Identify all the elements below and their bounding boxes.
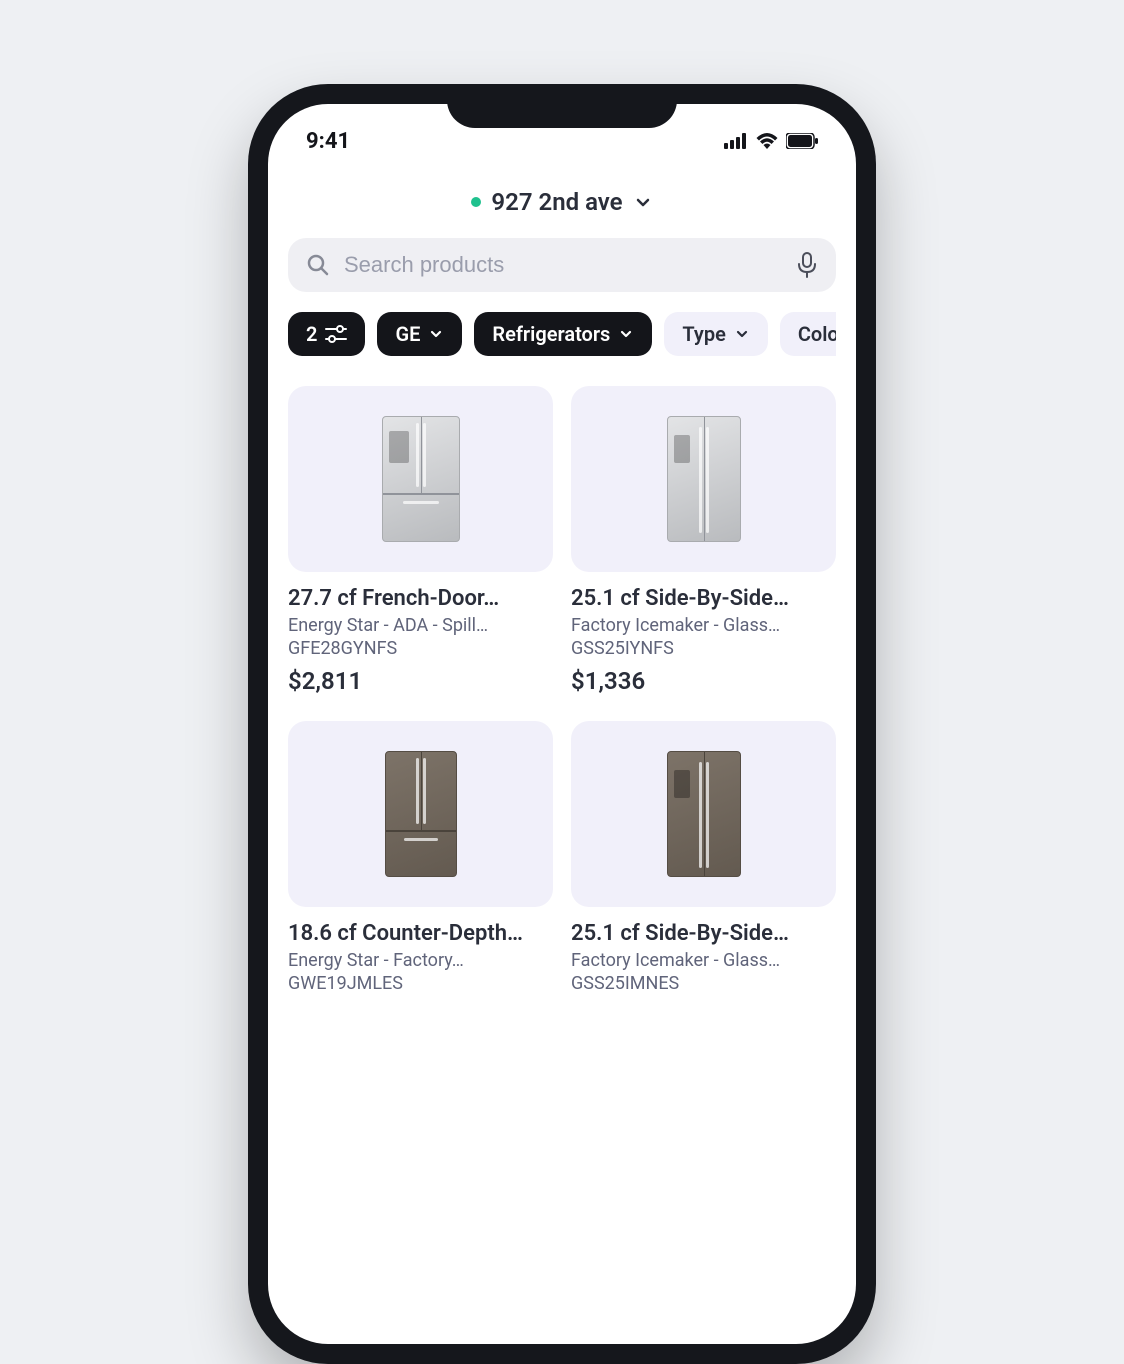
- search-input[interactable]: [344, 252, 782, 278]
- refrigerator-icon: [667, 416, 741, 542]
- refrigerator-icon: [385, 751, 457, 877]
- product-image: [288, 386, 553, 572]
- product-subtitle: Factory Icemaker - Glass…: [571, 615, 836, 636]
- product-price: $2,811: [288, 667, 553, 695]
- chip-label: Type: [682, 322, 725, 346]
- cellular-signal-icon: [724, 133, 748, 149]
- filter-chip-refrigerators[interactable]: Refrigerators: [474, 312, 652, 356]
- location-selector[interactable]: 927 2nd ave: [288, 188, 836, 216]
- phone-frame: 9:41 927 2nd ave 2: [248, 84, 876, 1364]
- product-image: [571, 386, 836, 572]
- product-price: $1,336: [571, 667, 836, 695]
- product-subtitle: Energy Star - ADA - Spill…: [288, 615, 553, 636]
- product-sku: GWE19JMLES: [288, 973, 553, 994]
- chevron-down-icon: [734, 326, 750, 342]
- product-sku: GSS25IYNFS: [571, 638, 836, 659]
- chip-label: Color: [798, 322, 836, 346]
- product-title: 18.6 cf Counter-Depth…: [288, 921, 553, 946]
- products-grid: 27.7 cf French-Door… Energy Star - ADA -…: [288, 386, 836, 1002]
- product-subtitle: Energy Star - Factory…: [288, 950, 553, 971]
- filter-chip-ge[interactable]: GE: [377, 312, 462, 356]
- status-icons: [724, 133, 818, 149]
- product-card[interactable]: 25.1 cf Side-By-Side… Factory Icemaker -…: [571, 721, 836, 1002]
- status-time: 9:41: [306, 129, 350, 154]
- product-sku: GSS25IMNES: [571, 973, 836, 994]
- filter-chip-type[interactable]: Type: [664, 312, 767, 356]
- battery-icon: [786, 133, 818, 149]
- filter-count-button[interactable]: 2: [288, 312, 365, 356]
- location-active-dot-icon: [471, 197, 481, 207]
- chip-label: GE: [395, 322, 420, 346]
- chip-label: Refrigerators: [492, 322, 610, 346]
- product-title: 27.7 cf French-Door…: [288, 586, 553, 611]
- chevron-down-icon: [428, 326, 444, 342]
- location-address: 927 2nd ave: [491, 188, 622, 216]
- search-icon: [306, 253, 330, 277]
- microphone-icon[interactable]: [796, 252, 818, 278]
- product-sku: GFE28GYNFS: [288, 638, 553, 659]
- phone-screen: 9:41 927 2nd ave 2: [268, 104, 856, 1344]
- refrigerator-icon: [382, 416, 460, 542]
- phone-notch: [447, 84, 677, 128]
- product-image: [288, 721, 553, 907]
- wifi-icon: [756, 133, 778, 149]
- product-title: 25.1 cf Side-By-Side…: [571, 586, 836, 611]
- refrigerator-icon: [667, 751, 741, 877]
- chevron-down-icon: [618, 326, 634, 342]
- product-title: 25.1 cf Side-By-Side…: [571, 921, 836, 946]
- product-card[interactable]: 25.1 cf Side-By-Side… Factory Icemaker -…: [571, 386, 836, 695]
- product-image: [571, 721, 836, 907]
- filter-chip-color[interactable]: Color: [780, 312, 836, 356]
- product-card[interactable]: 18.6 cf Counter-Depth… Energy Star - Fac…: [288, 721, 553, 1002]
- search-bar[interactable]: [288, 238, 836, 292]
- filter-count: 2: [306, 322, 317, 346]
- filter-row: 2 GE Refrigerators Type: [288, 312, 836, 356]
- product-subtitle: Factory Icemaker - Glass…: [571, 950, 836, 971]
- chevron-down-icon: [633, 192, 653, 212]
- product-card[interactable]: 27.7 cf French-Door… Energy Star - ADA -…: [288, 386, 553, 695]
- sliders-icon: [325, 325, 347, 343]
